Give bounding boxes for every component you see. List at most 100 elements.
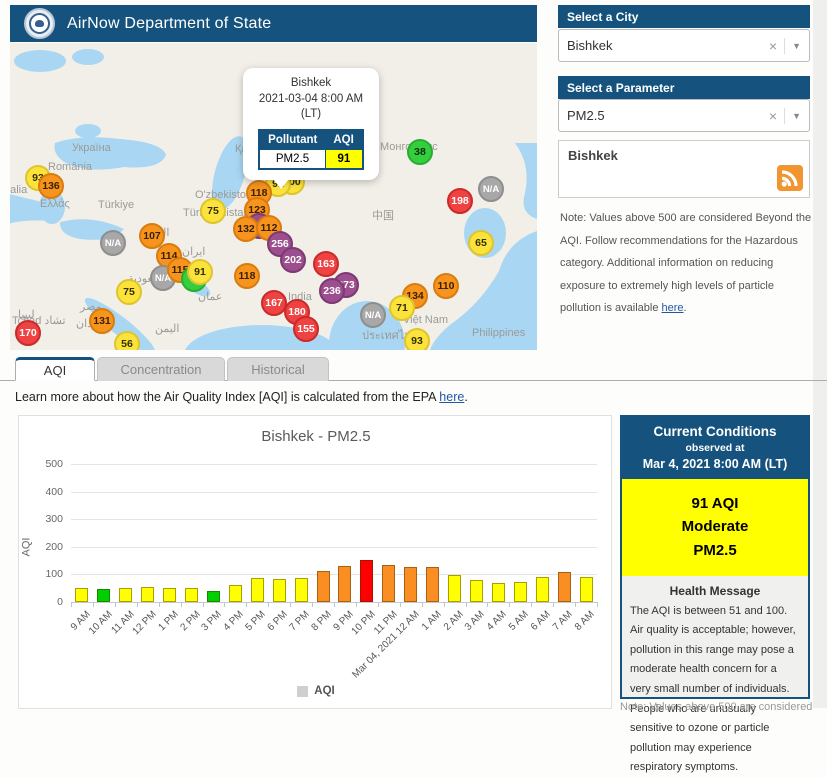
chart-x-tick: [334, 602, 335, 607]
aqi-marker[interactable]: 38: [407, 139, 433, 165]
map-country-label: Ελλάς: [40, 198, 70, 210]
chart-bar: [141, 587, 154, 602]
feed-city-title: Bishkek: [568, 148, 618, 163]
popup-col-pollutant: Pollutant: [259, 130, 325, 150]
chart-bar: [338, 566, 351, 602]
clear-icon[interactable]: ×: [762, 38, 784, 54]
cc-health-text: The AQI is between 51 and 100. Air quali…: [622, 602, 808, 778]
chart-x-tick: [553, 602, 554, 607]
popup-tail: [273, 179, 289, 189]
current-conditions-panel: Current Conditions observed at Mar 4, 20…: [620, 415, 810, 699]
popup-pollutant-value: PM2.5: [259, 149, 325, 169]
chart-x-tick: [356, 602, 357, 607]
aqi-marker[interactable]: 236: [319, 278, 345, 304]
chart-x-tick: [224, 602, 225, 607]
cc-datetime: Mar 4, 2021 8:00 AM (LT): [626, 457, 804, 471]
select-parameter-header: Select a Parameter: [558, 76, 810, 99]
learn-more-here-link[interactable]: here: [439, 390, 464, 404]
chart-bar: [229, 585, 242, 602]
tab-historical[interactable]: Historical: [227, 357, 329, 381]
map-country-label: 中国: [372, 207, 394, 223]
aqi-marker[interactable]: 75: [116, 279, 142, 305]
page-gutter: [813, 0, 827, 708]
aqi-marker[interactable]: 93: [404, 328, 430, 350]
note-here-link[interactable]: here: [662, 302, 684, 314]
city-feed-box: Bishkek: [558, 140, 810, 198]
chart-bar: [185, 588, 198, 602]
parameter-select-value: PM2.5: [567, 108, 762, 123]
parameter-select[interactable]: PM2.5 × ▼: [558, 99, 810, 132]
learn-more-suffix: .: [464, 390, 467, 404]
aqi-marker[interactable]: 75: [200, 198, 226, 224]
aqi-marker[interactable]: 110: [433, 273, 459, 299]
cc-pollutant: PM2.5: [622, 539, 808, 562]
chart-x-tick: [400, 602, 401, 607]
chart-bar: [514, 582, 527, 602]
aqi-marker[interactable]: 155: [293, 316, 319, 342]
chart-bar: [426, 567, 439, 602]
aqi-marker[interactable]: 198: [447, 188, 473, 214]
chart-y-tick: 500: [31, 458, 63, 470]
chevron-down-icon[interactable]: ▼: [792, 111, 801, 121]
chart-x-tick: [93, 602, 94, 607]
chevron-down-icon[interactable]: ▼: [792, 41, 801, 51]
aqi-marker[interactable]: 163: [313, 251, 339, 277]
app-title: AirNow Department of State: [67, 15, 271, 33]
aqi-marker[interactable]: N/A: [100, 230, 126, 256]
chart-x-tick: [466, 602, 467, 607]
map-country-label: Philippines: [472, 327, 525, 339]
cc-category: Moderate: [622, 515, 808, 538]
chart-bar: [536, 577, 549, 602]
chart-bar: [251, 578, 264, 602]
popup-city: Bishkek: [249, 76, 373, 92]
cc-aqi-box: 91 AQI Moderate PM2.5: [622, 479, 808, 576]
aqi-marker[interactable]: 71: [389, 295, 415, 321]
map-country-label: România: [48, 161, 92, 173]
chart-gridline: [71, 574, 597, 575]
chart-title: Bishkek - PM2.5: [19, 428, 613, 445]
aqi-marker[interactable]: N/A: [360, 302, 386, 328]
aqi-marker[interactable]: 202: [280, 247, 306, 273]
learn-more-line: Learn more about how the Air Quality Ind…: [15, 390, 468, 404]
aqi-marker[interactable]: 118: [234, 263, 260, 289]
aqi-map[interactable]: УкраїнаҚазақстанRomâniaItaliaΕλλάςTürkiy…: [10, 43, 537, 350]
chart-y-tick: 400: [31, 486, 63, 498]
chart-x-tick: [487, 602, 488, 607]
chart-bar: [492, 583, 505, 602]
aqi-marker[interactable]: N/A: [478, 176, 504, 202]
popup-col-aqi: AQI: [325, 130, 362, 150]
state-department-seal-icon: [24, 8, 55, 39]
aqi-marker[interactable]: 56: [114, 331, 140, 350]
aqi-marker[interactable]: 136: [38, 173, 64, 199]
chart-bar: [580, 577, 593, 602]
chart-y-tick: 300: [31, 513, 63, 525]
aqi-marker[interactable]: 170: [15, 320, 41, 346]
chart-bar: [558, 572, 571, 602]
chart-bar: [470, 580, 483, 602]
chart-bar: [448, 575, 461, 602]
chart-x-tick: [71, 602, 72, 607]
aqi-marker[interactable]: 91: [187, 259, 213, 285]
chart-x-tick: [181, 602, 182, 607]
chart-x-tick: [115, 602, 116, 607]
aqi-marker[interactable]: 131: [89, 308, 115, 334]
chart-x-tick: [531, 602, 532, 607]
chart-x-tick: [159, 602, 160, 607]
chart-bar: [404, 567, 417, 602]
chart-gridline: [71, 547, 597, 548]
chart-gridline: [71, 464, 597, 465]
tab-aqi[interactable]: AQI: [15, 357, 95, 381]
cc-health-title: Health Message: [622, 584, 808, 598]
chart-x-tick: [290, 602, 291, 607]
map-popup: Bishkek 2021-03-04 8:00 AM (LT) Pollutan…: [243, 68, 379, 180]
chart-x-tick: [203, 602, 204, 607]
tab-concentration[interactable]: Concentration: [97, 357, 225, 381]
map-country-label: اليمن: [155, 322, 179, 335]
aqi-marker[interactable]: 65: [468, 230, 494, 256]
city-select[interactable]: Bishkek × ▼: [558, 29, 810, 62]
chart-bar: [97, 589, 110, 602]
popup-datetime: 2021-03-04 8:00 AM: [249, 92, 373, 108]
rss-icon[interactable]: [777, 165, 803, 191]
chart-y-tick: 0: [31, 596, 63, 608]
clear-icon[interactable]: ×: [762, 108, 784, 124]
